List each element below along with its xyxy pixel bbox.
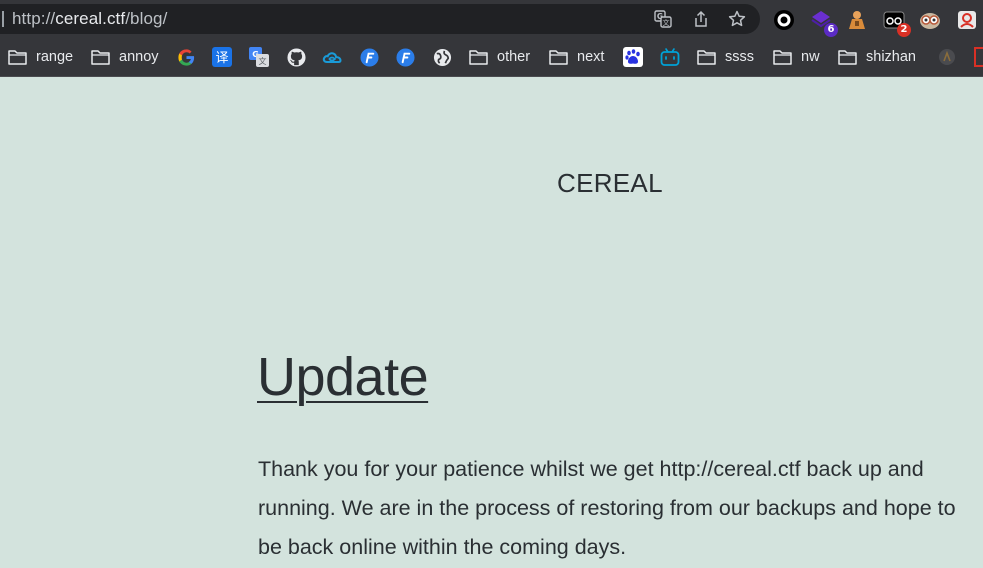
folder-icon [91, 50, 110, 65]
address-bar[interactable]: http://cereal.ctf/blog/ G 文 [0, 4, 760, 34]
folder-icon [838, 50, 857, 65]
translate-page-icon[interactable]: G 文 [654, 10, 672, 28]
url-scheme: http:// [12, 9, 56, 28]
bookmark-label: ssss [725, 49, 754, 65]
svg-text:文: 文 [259, 56, 267, 66]
folder-icon [8, 50, 27, 65]
bookmark-cloud[interactable] [322, 47, 342, 67]
folder-icon [697, 50, 716, 65]
svg-text:文: 文 [663, 18, 670, 27]
folder-icon [549, 50, 568, 65]
bookmark-folder-next[interactable]: next [549, 47, 604, 67]
bookmark-overflow-icon[interactable] [938, 48, 956, 66]
extension-record-icon[interactable] [773, 9, 795, 31]
bookmark-google-translate[interactable]: G 文 [249, 47, 269, 67]
bookmark-label: range [36, 49, 74, 65]
bookmark-globe[interactable] [432, 47, 452, 67]
bookmark-github[interactable] [286, 47, 306, 67]
url-text[interactable]: http://cereal.ctf/blog/ [12, 9, 167, 29]
bookmark-bilibili[interactable] [660, 47, 680, 67]
extension-badge: 6 [824, 23, 838, 37]
bookmark-label: nw [801, 49, 820, 65]
blue-f-icon [395, 47, 415, 67]
bookmark-folder-range[interactable]: range [8, 47, 73, 67]
extension-owl-icon[interactable] [919, 9, 941, 31]
browser-toolbar: http://cereal.ctf/blog/ G 文 6 2 [0, 0, 983, 38]
url-host: cereal.ctf [55, 9, 126, 28]
extension-purple-icon[interactable]: 6 [810, 9, 838, 37]
bilibili-icon [660, 48, 680, 66]
bookmark-folder-other[interactable]: other [469, 47, 530, 67]
svg-text:译: 译 [215, 51, 228, 66]
bookmark-folder-annoy[interactable]: annoy [91, 47, 159, 67]
bookmark-translate[interactable]: 译 [212, 47, 232, 67]
bookmark-star-icon[interactable] [728, 10, 746, 28]
url-path: /blog/ [125, 9, 168, 28]
baidu-paw-icon [623, 47, 643, 67]
bookmark-label: other [497, 49, 531, 65]
google-icon [177, 48, 194, 66]
bookmark-blue-f-1[interactable] [359, 47, 379, 67]
folder-icon [773, 50, 792, 65]
bookmark-folder-shizhan[interactable]: shizhan [838, 47, 916, 67]
bookmark-folder-ssss[interactable]: ssss [697, 47, 754, 67]
post-title-link[interactable]: Update [257, 346, 429, 408]
bookmark-baidu[interactable] [623, 47, 643, 67]
bookmark-label: next [577, 49, 605, 65]
globe-icon [433, 48, 451, 66]
bookmark-label: annoy [119, 49, 159, 65]
extension-eyes-icon[interactable]: 2 [883, 9, 911, 37]
google-translate-icon: G 文 [249, 47, 269, 67]
text-caret [2, 11, 4, 27]
translate-icon: 译 [212, 47, 232, 67]
folder-icon [469, 50, 488, 65]
share-icon[interactable] [692, 10, 710, 28]
github-icon [286, 47, 306, 67]
bookmarks-bar: range annoy 译 G 文 other next ssss nw shi… [0, 38, 983, 77]
site-title: CEREAL [557, 168, 663, 198]
blue-f-icon [359, 47, 379, 67]
bookmark-folder-nw[interactable]: nw [773, 47, 820, 67]
bookmark-overflow-red-icon[interactable] [974, 47, 983, 67]
bookmark-blue-f-2[interactable] [395, 47, 415, 67]
bookmark-label: shizhan [866, 49, 916, 65]
bookmark-google[interactable] [176, 47, 196, 67]
cloud-icon [322, 52, 342, 63]
extension-red-icon[interactable] [956, 9, 978, 31]
extension-orange-figure-icon[interactable] [846, 9, 868, 31]
extension-badge: 2 [897, 23, 911, 37]
post-body-text: Thank you for your patience whilst we ge… [258, 457, 956, 559]
